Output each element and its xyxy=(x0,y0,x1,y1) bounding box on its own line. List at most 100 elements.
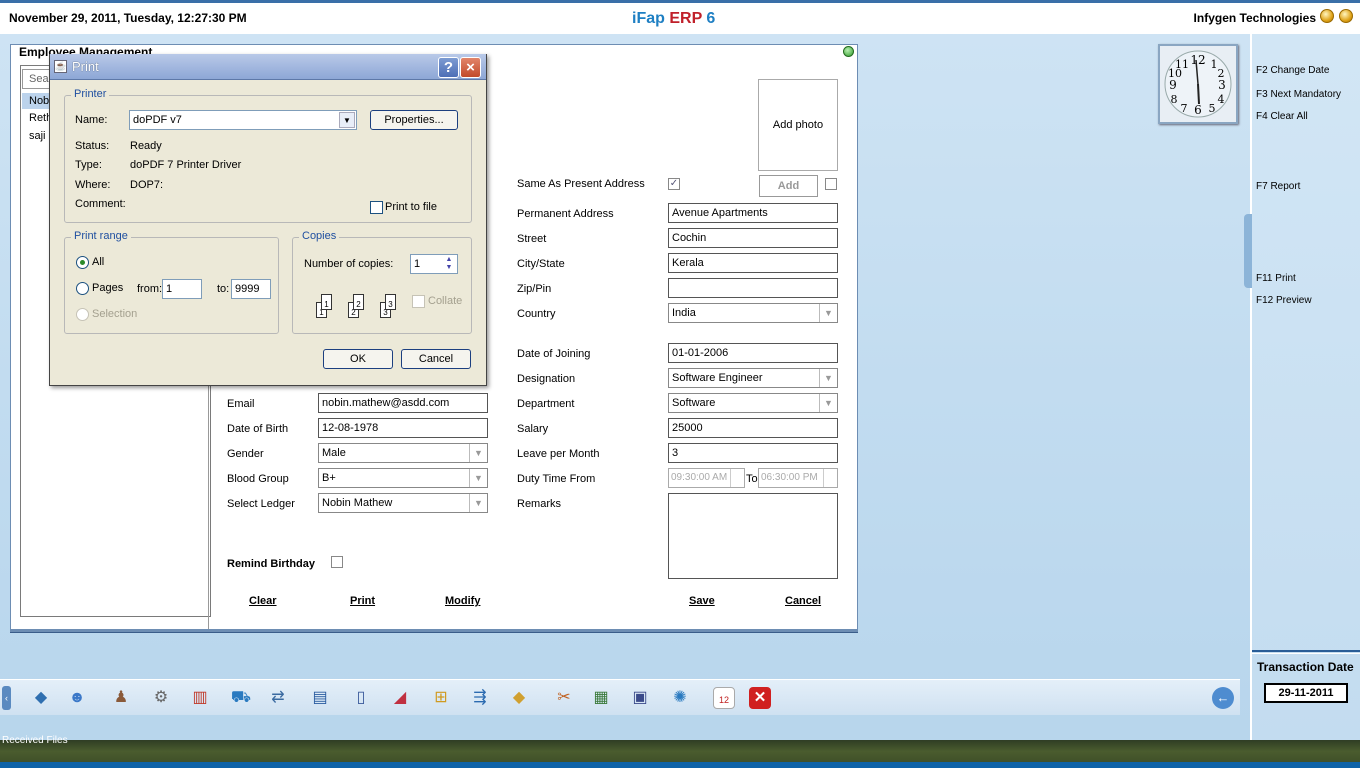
ledger-value: Nobin Mathew xyxy=(322,497,393,509)
pages-radio[interactable] xyxy=(76,282,89,295)
designation-label: Designation xyxy=(517,373,576,385)
city-field[interactable]: Kerala xyxy=(668,253,838,273)
received-files-label[interactable]: Received Files xyxy=(2,735,68,746)
to-label: to: xyxy=(217,283,230,295)
svg-text:8: 8 xyxy=(1171,93,1178,106)
shortcut-f12[interactable]: F12 Preview xyxy=(1256,295,1312,306)
users-icon[interactable]: ☻ xyxy=(66,687,88,709)
panel-collapse-handle[interactable] xyxy=(1244,214,1252,288)
shortcut-f11[interactable]: F11 Print xyxy=(1256,273,1296,284)
street-field[interactable]: Cochin xyxy=(668,228,838,248)
duty-to-spinner[interactable]: 06:30:00 PM xyxy=(758,468,838,488)
minimize-icon[interactable] xyxy=(1320,9,1334,23)
ledger-select[interactable]: Nobin Mathew ▼ xyxy=(318,493,488,513)
books-icon[interactable]: ▥ xyxy=(189,687,211,709)
chevron-down-icon[interactable]: ▼ xyxy=(469,444,487,462)
modify-button[interactable]: Modify xyxy=(445,595,480,607)
all-radio[interactable] xyxy=(76,256,89,269)
leave-field[interactable]: 3 xyxy=(668,443,838,463)
chevron-down-icon[interactable]: ▼ xyxy=(469,469,487,487)
flow-icon[interactable]: ⇶ xyxy=(469,687,491,709)
to-input[interactable]: 9999 xyxy=(231,279,271,299)
same-address-checkbox[interactable]: ✓ xyxy=(668,178,680,190)
chevron-down-icon[interactable]: ▼ xyxy=(469,494,487,512)
cart-icon[interactable]: ⛟ xyxy=(230,687,252,709)
back-arrow-icon[interactable]: ← xyxy=(1212,687,1234,709)
divider xyxy=(1252,650,1360,654)
svg-text:5: 5 xyxy=(1209,102,1216,115)
clear-button[interactable]: Clear xyxy=(249,595,277,607)
tree-icon[interactable]: ⊞ xyxy=(430,687,452,709)
chevron-left-icon[interactable]: ‹ xyxy=(2,686,11,710)
window-icon[interactable]: ▤ xyxy=(309,687,331,709)
shortcut-f4[interactable]: F4 Clear All xyxy=(1256,111,1308,122)
transaction-date-value[interactable]: 29-11-2011 xyxy=(1264,683,1348,703)
remarks-textarea[interactable] xyxy=(668,493,838,579)
exit-icon[interactable]: ✕ xyxy=(749,687,771,709)
chevron-down-icon[interactable]: ▼ xyxy=(819,394,837,412)
copies-spinner[interactable]: 1 ▲ ▼ xyxy=(410,254,458,274)
svg-text:11: 11 xyxy=(1175,58,1189,71)
dialog-titlebar[interactable]: ☕ Print ? × xyxy=(50,54,486,80)
printer-group-title: Printer xyxy=(71,88,110,100)
spinner-arrows-icon[interactable] xyxy=(730,469,744,487)
help-button[interactable]: ? xyxy=(438,57,459,78)
spinner-arrows-icon[interactable]: ▲ ▼ xyxy=(442,256,456,272)
ok-button[interactable]: OK xyxy=(323,349,393,369)
add-photo-button[interactable]: Add xyxy=(759,175,818,197)
shortcut-f7[interactable]: F7 Report xyxy=(1256,181,1300,192)
blood-group-select[interactable]: B+ ▼ xyxy=(318,468,488,488)
dob-field[interactable]: 12-08-1978 xyxy=(318,418,488,438)
from-input[interactable]: 1 xyxy=(162,279,202,299)
zip-field[interactable] xyxy=(668,278,838,298)
save-icon[interactable]: ▣ xyxy=(629,687,651,709)
designation-select[interactable]: Software Engineer ▼ xyxy=(668,368,838,388)
shortcut-f3[interactable]: F3 Next Mandatory xyxy=(1256,89,1341,100)
email-field[interactable]: nobin.mathew@asdd.com xyxy=(318,393,488,413)
document-icon[interactable]: ▯ xyxy=(350,687,372,709)
country-select[interactable]: India ▼ xyxy=(668,303,838,323)
calculator-icon[interactable]: ▦ xyxy=(590,687,612,709)
settings-icon[interactable]: ✺ xyxy=(669,687,691,709)
doj-label: Date of Joining xyxy=(517,348,591,360)
exchange-icon[interactable]: ⇄ xyxy=(267,687,289,709)
print-to-file-checkbox[interactable] xyxy=(370,201,383,214)
save-button[interactable]: Save xyxy=(689,595,715,607)
network-icon[interactable]: ◆ xyxy=(30,687,52,709)
print-button[interactable]: Print xyxy=(350,595,375,607)
permanent-address-field[interactable]: Avenue Apartments xyxy=(668,203,838,223)
permanent-address-label: Permanent Address xyxy=(517,208,614,220)
dialog-cancel-button[interactable]: Cancel xyxy=(401,349,471,369)
contacts-icon[interactable]: ♟ xyxy=(110,687,132,709)
photo-checkbox[interactable] xyxy=(825,178,837,190)
department-select[interactable]: Software ▼ xyxy=(668,393,838,413)
gears-icon[interactable]: ⚙ xyxy=(150,687,172,709)
duty-to-value: 06:30:00 PM xyxy=(761,472,818,483)
close-button[interactable]: × xyxy=(460,57,481,78)
properties-button[interactable]: Properties... xyxy=(370,110,458,130)
duty-from-spinner[interactable]: 09:30:00 AM xyxy=(668,468,745,488)
remind-birthday-checkbox[interactable] xyxy=(331,556,343,568)
printer-name-value: doPDF v7 xyxy=(133,114,182,126)
shortcut-f2[interactable]: F2 Change Date xyxy=(1256,65,1329,76)
close-app-icon[interactable] xyxy=(1339,9,1353,23)
type-label: Type: xyxy=(75,159,102,171)
gender-select[interactable]: Male ▼ xyxy=(318,443,488,463)
photo-box[interactable]: Add photo xyxy=(758,79,838,171)
printer-select[interactable]: doPDF v7 ▼ xyxy=(129,110,357,130)
doj-field[interactable]: 01-01-2006 xyxy=(668,343,838,363)
cancel-button[interactable]: Cancel xyxy=(785,595,821,607)
calendar-icon[interactable]: 12 xyxy=(713,687,735,709)
zip-label: Zip/Pin xyxy=(517,283,552,295)
spinner-arrows-icon[interactable] xyxy=(823,469,837,487)
box-icon[interactable]: ◆ xyxy=(508,687,530,709)
tools-icon[interactable]: ✂ xyxy=(553,687,575,709)
maximize-icon[interactable] xyxy=(843,46,854,57)
salary-field[interactable]: 25000 xyxy=(668,418,838,438)
chevron-down-icon[interactable]: ▼ xyxy=(819,369,837,387)
copies-group: Copies xyxy=(292,230,472,334)
city-label: City/State xyxy=(517,258,565,270)
chevron-down-icon[interactable]: ▼ xyxy=(339,112,355,128)
chevron-down-icon[interactable]: ▼ xyxy=(819,304,837,322)
chart-icon[interactable]: ◢ xyxy=(389,687,411,709)
